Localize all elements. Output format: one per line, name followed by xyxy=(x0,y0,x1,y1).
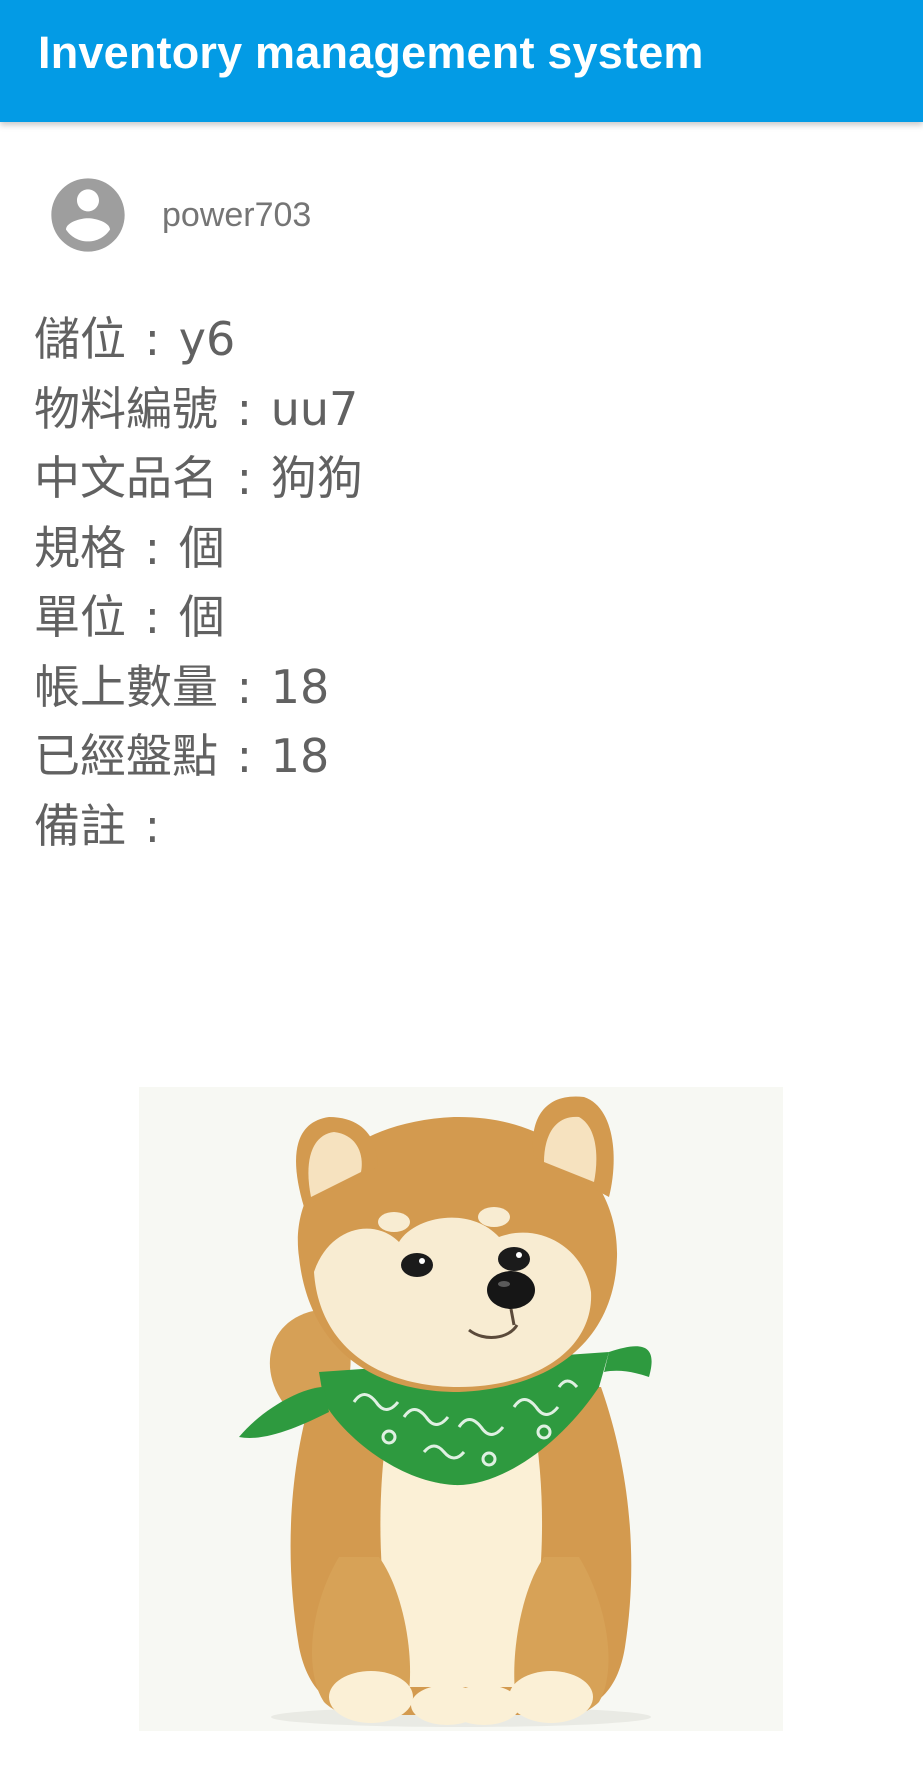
detail-separator: : xyxy=(236,381,253,436)
app-bar: Inventory management system xyxy=(0,0,923,122)
detail-separator: : xyxy=(236,451,253,505)
detail-label: 單位 xyxy=(34,590,126,644)
detail-label: 帳上數量 xyxy=(34,659,218,714)
detail-value: 18 xyxy=(270,659,330,714)
username: power703 xyxy=(162,195,312,234)
detail-item-number: 物料編號 : uu7 xyxy=(34,375,894,445)
detail-separator: : xyxy=(236,729,253,783)
detail-label: 中文品名 xyxy=(34,451,218,505)
detail-label: 物料編號 xyxy=(34,381,218,436)
detail-value: 狗狗 xyxy=(270,451,363,505)
detail-location: 儲位 : y6 xyxy=(34,305,894,375)
detail-value: uu7 xyxy=(270,381,359,436)
detail-separator: : xyxy=(144,520,161,575)
detail-unit: 單位 : 個 xyxy=(34,583,894,653)
detail-spec: 規格 : 個 xyxy=(34,514,894,584)
detail-separator: : xyxy=(236,659,253,714)
detail-chinese-name: 中文品名 : 狗狗 xyxy=(34,444,894,514)
app-title: Inventory management system xyxy=(38,27,704,78)
detail-separator: : xyxy=(144,312,161,366)
detail-book-quantity: 帳上數量 : 18 xyxy=(34,653,894,723)
detail-separator: : xyxy=(144,798,161,853)
detail-separator: : xyxy=(144,590,161,644)
account-circle-icon xyxy=(51,178,125,252)
detail-label: 規格 xyxy=(34,520,126,575)
detail-value: 個 xyxy=(178,520,225,575)
detail-value: 18 xyxy=(270,729,330,783)
detail-label: 儲位 xyxy=(34,312,126,366)
detail-value: 個 xyxy=(178,590,225,644)
user-header: power703 xyxy=(44,170,311,260)
detail-counted-quantity: 已經盤點 : 18 xyxy=(34,722,894,792)
detail-value: y6 xyxy=(178,312,236,366)
detail-label: 備註 xyxy=(34,798,126,853)
product-image xyxy=(139,1087,783,1731)
detail-label: 已經盤點 xyxy=(34,729,218,783)
detail-remark: 備註 : xyxy=(34,792,894,862)
item-details: 儲位 : y6 物料編號 : uu7 中文品名 : 狗狗 規格 : 個 單位 :… xyxy=(34,305,894,861)
